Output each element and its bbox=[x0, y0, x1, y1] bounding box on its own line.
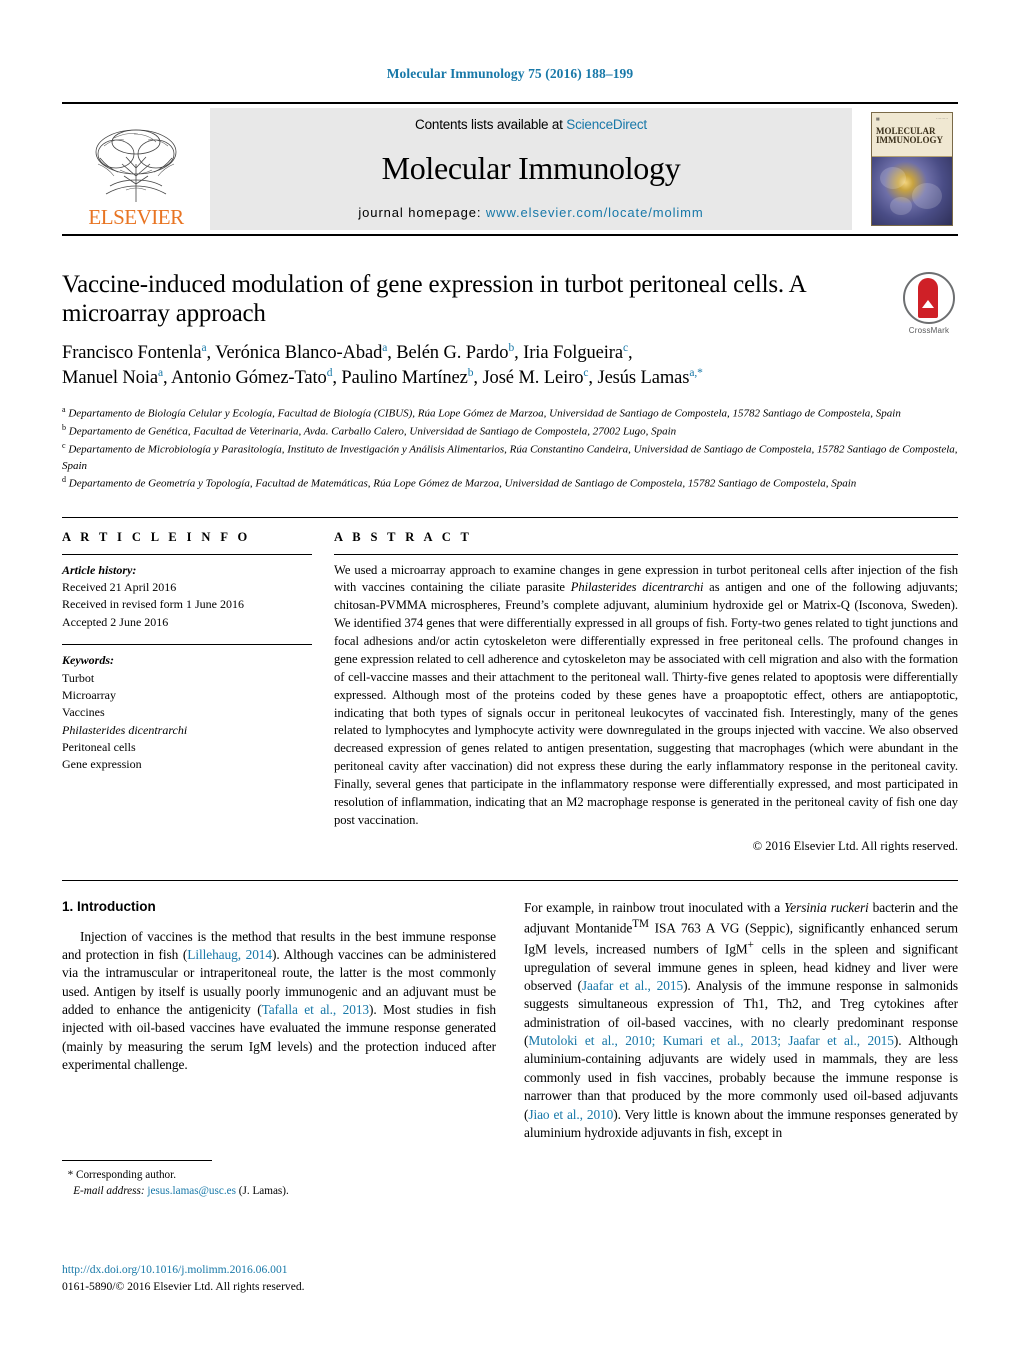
abstract-copyright: © 2016 Elsevier Ltd. All rights reserved… bbox=[752, 838, 958, 853]
keyword-item: Gene expression bbox=[62, 757, 142, 772]
cover-tagline: ▦ ········· bbox=[876, 116, 948, 121]
article-history: Article history: Received 21 April 2016 … bbox=[62, 562, 312, 632]
elsevier-logo: ELSEVIER bbox=[62, 108, 210, 230]
affiliation-text: Departamento de Microbiología y Parasito… bbox=[62, 444, 958, 472]
citation-link[interactable]: Lillehaug, 2014 bbox=[187, 947, 272, 962]
affiliation-marker: c bbox=[62, 441, 66, 451]
intro-paragraph-left: Injection of vaccines is the method that… bbox=[62, 928, 496, 1075]
divider bbox=[62, 644, 312, 646]
keywords-block: Keywords: Turbot Microarray Vaccines Phi… bbox=[62, 652, 312, 774]
article-info-heading: A R T I C L E I N F O bbox=[62, 529, 251, 544]
body-column-left: 1. Introduction Injection of vaccines is… bbox=[62, 899, 496, 1143]
contents-available-line: Contents lists available at ScienceDirec… bbox=[415, 117, 647, 132]
issn-copyright-line: 0161-5890/© 2016 Elsevier Ltd. All right… bbox=[62, 1279, 305, 1293]
citation-link[interactable]: Jaafar et al., 2015 bbox=[582, 978, 683, 993]
affiliations: a Departamento de Biología Celular y Eco… bbox=[62, 404, 958, 493]
email-label: E-mail address: bbox=[73, 1185, 145, 1198]
divider bbox=[62, 879, 958, 881]
crossmark-icon-body bbox=[918, 278, 938, 318]
history-item: Received 21 April 2016 bbox=[62, 579, 177, 594]
cover-title-line2: IMMUNOLOGY bbox=[876, 135, 943, 146]
citation-link[interactable]: Tafalla et al., 2013 bbox=[262, 1002, 370, 1017]
abstract-species-name: Philasterides dicentrarchi bbox=[570, 580, 704, 595]
keyword-item: Philasterides dicentrarchi bbox=[62, 722, 188, 737]
history-item: Accepted 2 June 2016 bbox=[62, 614, 169, 629]
intro-text-d: For example, in rainbow trout inoculated… bbox=[524, 899, 785, 915]
history-item: Received in revised form 1 June 2016 bbox=[62, 597, 244, 612]
doi-link[interactable]: http://dx.doi.org/10.1016/j.molimm.2016.… bbox=[62, 1262, 305, 1279]
abstract-part-2: as antigen and one of the following adju… bbox=[334, 580, 958, 827]
journal-cover-thumbnail: ▦ ········· MOLECULAR IMMUNOLOGY bbox=[866, 108, 958, 230]
crossmark-badge[interactable]: CrossMark bbox=[900, 272, 958, 335]
masthead-center: Contents lists available at ScienceDirec… bbox=[210, 108, 852, 230]
crossmark-label: CrossMark bbox=[908, 326, 950, 335]
intro-species-name: Yersinia ruckeri bbox=[784, 899, 869, 915]
section-heading-introduction: 1. Introduction bbox=[62, 898, 156, 914]
cover-box: ▦ ········· MOLECULAR IMMUNOLOGY bbox=[871, 112, 953, 226]
title-column: Vaccine-induced modulation of gene expre… bbox=[62, 270, 900, 391]
corresponding-label: Corresponding author. bbox=[75, 1169, 177, 1181]
journal-title: Molecular Immunology bbox=[381, 150, 681, 186]
info-abstract-band: A R T I C L E I N F O Article history: R… bbox=[62, 516, 958, 854]
affiliation-text: Departamento de Geometría y Topología, F… bbox=[68, 477, 857, 490]
footnote-area: * Corresponding author. E-mail address: … bbox=[62, 1160, 492, 1199]
abstract-column: A B S T R A C T We used a microarray app… bbox=[334, 530, 958, 854]
affiliation-marker: b bbox=[62, 423, 66, 433]
citation-link[interactable]: Jiao et al., 2010 bbox=[528, 1107, 613, 1122]
corresponding-author-line: * Corresponding author. bbox=[62, 1167, 492, 1183]
email-line: E-mail address: jesus.lamas@usc.es (J. L… bbox=[62, 1183, 492, 1199]
article-history-label: Article history: bbox=[62, 562, 137, 577]
title-block: Vaccine-induced modulation of gene expre… bbox=[62, 270, 958, 391]
page-title: Vaccine-induced modulation of gene expre… bbox=[62, 271, 806, 327]
elsevier-wordmark: ELSEVIER bbox=[88, 205, 184, 229]
cover-blob-3 bbox=[890, 197, 912, 215]
journal-homepage-link[interactable]: www.elsevier.com/locate/molimm bbox=[486, 205, 704, 220]
keyword-item: Microarray bbox=[62, 687, 116, 702]
doi-block: http://dx.doi.org/10.1016/j.molimm.2016.… bbox=[62, 1262, 305, 1296]
citation-link[interactable]: Mutoloki et al., 2010; Kumari et al., 20… bbox=[528, 1033, 894, 1048]
body-columns: 1. Introduction Injection of vaccines is… bbox=[62, 899, 958, 1143]
article-first-page: Molecular Immunology 75 (2016) 188–199 E… bbox=[0, 0, 1020, 1351]
affiliation-item: c Departamento de Microbiología y Parasi… bbox=[62, 440, 958, 474]
affiliation-text: Departamento de Genética, Facultad de Ve… bbox=[68, 425, 677, 438]
affiliation-item: b Departamento de Genética, Facultad de … bbox=[62, 422, 958, 440]
body-column-right: For example, in rainbow trout inoculated… bbox=[524, 899, 958, 1143]
cover-header: ▦ ········· MOLECULAR IMMUNOLOGY bbox=[872, 113, 952, 157]
affiliation-item: d Departamento de Geometría y Topología,… bbox=[62, 474, 958, 492]
affiliation-item: a Departamento de Biología Celular y Eco… bbox=[62, 404, 958, 422]
corresponding-author-note: * Corresponding author. E-mail address: … bbox=[62, 1167, 492, 1199]
article-info-column: A R T I C L E I N F O Article history: R… bbox=[62, 530, 312, 854]
keyword-item: Turbot bbox=[62, 670, 95, 685]
author-list: Francisco Fontenlaa, Verónica Blanco-Aba… bbox=[62, 342, 703, 389]
contents-prefix: Contents lists available at bbox=[415, 117, 567, 132]
homepage-prefix: journal homepage: bbox=[358, 205, 486, 220]
divider bbox=[62, 553, 312, 555]
running-head: Molecular Immunology 75 (2016) 188–199 bbox=[386, 66, 634, 81]
abstract-text: We used a microarray approach to examine… bbox=[334, 562, 958, 830]
keyword-item: Vaccines bbox=[62, 705, 105, 720]
cover-artwork bbox=[872, 157, 952, 225]
trademark-superscript: TM bbox=[632, 918, 649, 931]
email-link[interactable]: jesus.lamas@usc.es bbox=[147, 1185, 236, 1197]
crossmark-icon-arrow bbox=[922, 300, 934, 308]
corresponding-marker: * bbox=[67, 1169, 74, 1181]
footnote-divider bbox=[62, 1160, 212, 1161]
affiliation-marker: d bbox=[62, 475, 66, 485]
abstract-heading: A B S T R A C T bbox=[334, 529, 473, 544]
cover-blob-1 bbox=[880, 167, 906, 189]
affiliation-text: Departamento de Biología Celular y Ecolo… bbox=[68, 407, 901, 420]
affiliation-marker: a bbox=[62, 404, 66, 414]
cover-blob-2 bbox=[912, 183, 942, 209]
journal-masthead: ELSEVIER Contents lists available at Sci… bbox=[62, 102, 958, 236]
email-suffix: (J. Lamas). bbox=[238, 1185, 289, 1198]
keyword-item: Peritoneal cells bbox=[62, 740, 136, 755]
elsevier-tree-icon bbox=[95, 129, 177, 202]
crossmark-icon bbox=[903, 272, 955, 324]
intro-paragraph-right: For example, in rainbow trout inoculated… bbox=[524, 899, 958, 1143]
keywords-label: Keywords: bbox=[62, 653, 114, 668]
divider bbox=[334, 553, 958, 555]
cover-journal-title: MOLECULAR IMMUNOLOGY bbox=[876, 126, 948, 146]
journal-homepage-line: journal homepage: www.elsevier.com/locat… bbox=[358, 205, 703, 220]
sciencedirect-link[interactable]: ScienceDirect bbox=[566, 117, 647, 132]
